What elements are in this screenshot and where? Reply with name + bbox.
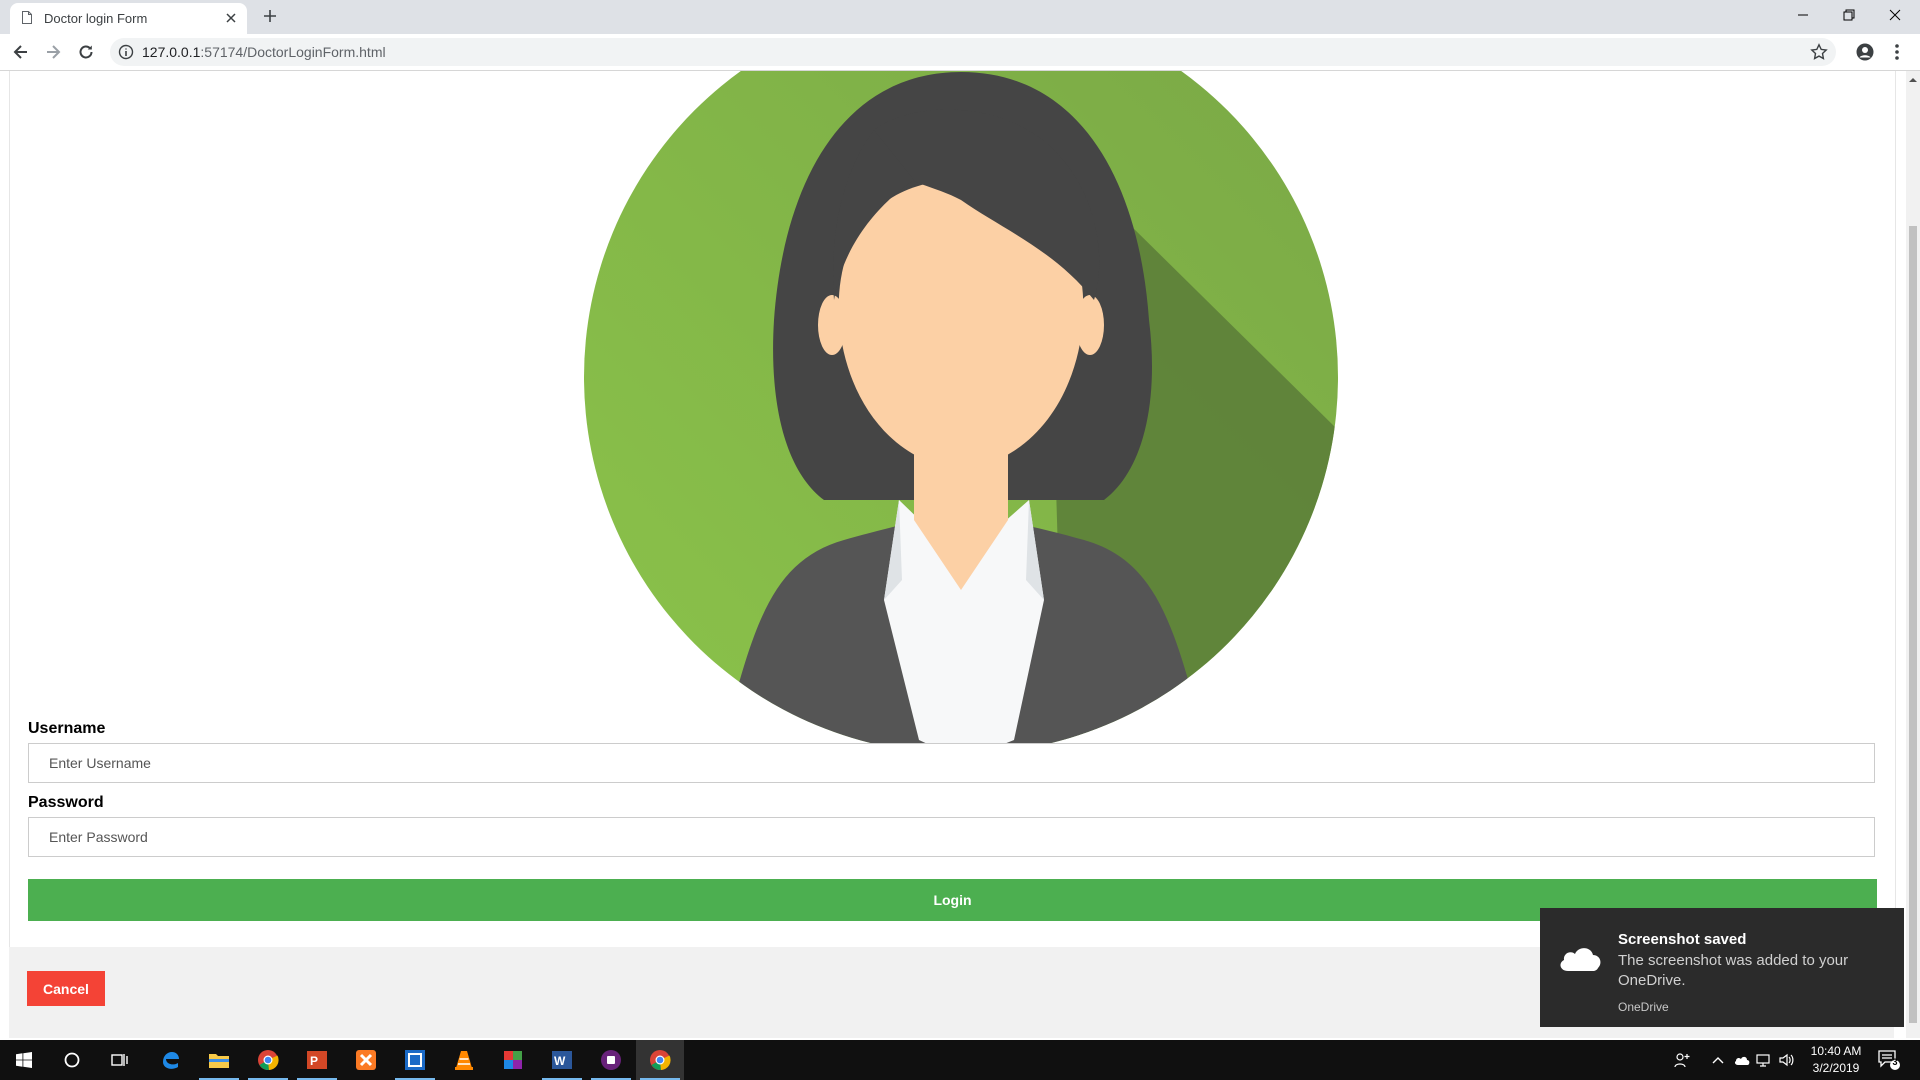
screenshot-saved-notification[interactable]: Screenshot saved The screenshot was adde… <box>1540 908 1904 1027</box>
people-icon[interactable] <box>1674 1052 1690 1068</box>
username-input[interactable] <box>28 743 1875 783</box>
scrollbar[interactable] <box>1906 71 1920 1038</box>
url-text: 127.0.0.1:57174/DoctorLoginForm.html <box>142 44 386 60</box>
windows-logo-icon <box>16 1052 32 1068</box>
toast-body: The screenshot was added to your OneDriv… <box>1618 952 1849 989</box>
clock-time: 10:40 AM <box>1810 1044 1862 1058</box>
minimize-icon <box>1798 14 1808 16</box>
show-hidden-icons-chevron-icon[interactable] <box>1710 1052 1726 1068</box>
vlc-icon <box>455 1051 473 1070</box>
netbeans-icon <box>405 1050 425 1070</box>
login-container: Username Password Login <box>9 71 1896 947</box>
cortana-icon <box>64 1052 80 1068</box>
profile-icon[interactable] <box>1856 43 1874 61</box>
restore-button[interactable] <box>1826 0 1872 30</box>
chrome-icon <box>650 1050 671 1071</box>
forward-icon[interactable] <box>44 43 62 61</box>
task-view-icon <box>111 1054 128 1066</box>
taskbar-vlc[interactable] <box>440 1040 488 1080</box>
taskbar-netbeans[interactable] <box>391 1040 439 1080</box>
word-icon: W <box>552 1051 572 1069</box>
avatar-illustration <box>584 71 1338 754</box>
clock-date: 3/2/2019 <box>1812 1061 1860 1075</box>
browser-tab-bar: Doctor login Form <box>0 0 1920 34</box>
onedrive-tray-icon[interactable] <box>1734 1052 1750 1068</box>
reload-icon[interactable] <box>77 43 95 61</box>
cortana-button[interactable] <box>48 1040 96 1080</box>
close-icon <box>1889 9 1901 21</box>
notification-count-badge: 3 <box>1892 1057 1898 1067</box>
taskbar-file-explorer[interactable] <box>195 1040 243 1080</box>
taskbar-edge[interactable] <box>146 1040 194 1080</box>
username-label: Username <box>28 720 106 737</box>
browser-toolbar: 127.0.0.1:57174/DoctorLoginForm.html <box>0 34 1920 71</box>
tab-title: Doctor login Form <box>44 11 148 26</box>
action-center-button[interactable]: 3 <box>1878 1050 1900 1070</box>
powerpoint-icon: P <box>307 1051 327 1069</box>
scrollbar-thumb[interactable] <box>1909 226 1917 1023</box>
winrar-icon <box>504 1051 522 1069</box>
taskbar-chrome-active[interactable] <box>636 1040 684 1080</box>
scroll-up-icon[interactable] <box>1906 75 1920 85</box>
xampp-icon <box>356 1050 376 1070</box>
taskbar-clock[interactable]: 10:40 AM 3/2/2019 <box>1806 1043 1866 1077</box>
back-icon[interactable] <box>12 43 30 61</box>
task-view-button[interactable] <box>96 1040 144 1080</box>
taskbar-word[interactable]: W <box>538 1040 586 1080</box>
start-button[interactable] <box>0 1040 48 1080</box>
password-label: Password <box>28 794 104 811</box>
document-icon <box>22 11 32 24</box>
address-bar[interactable]: 127.0.0.1:57174/DoctorLoginForm.html <box>110 38 1836 66</box>
onedrive-cloud-icon <box>1560 948 1601 971</box>
svg-text:P: P <box>310 1054 318 1068</box>
network-icon[interactable] <box>1756 1052 1772 1068</box>
taskbar-visual-studio[interactable] <box>587 1040 635 1080</box>
password-input[interactable] <box>28 817 1875 857</box>
browser-tab[interactable]: Doctor login Form <box>10 3 247 34</box>
windows-taskbar: P W 10:40 AM 3/2/2019 3 <box>0 1040 1920 1080</box>
taskbar-powerpoint[interactable]: P <box>293 1040 341 1080</box>
taskbar-chrome[interactable] <box>244 1040 292 1080</box>
taskbar-xampp[interactable] <box>342 1040 390 1080</box>
cancel-button[interactable]: Cancel <box>27 971 105 1006</box>
url-host: 127.0.0.1 <box>142 44 201 60</box>
svg-text:W: W <box>554 1054 566 1068</box>
file-explorer-icon <box>209 1054 229 1068</box>
new-tab-icon[interactable] <box>262 8 278 24</box>
bookmark-star-icon[interactable] <box>1810 43 1828 61</box>
doctor-avatar-image <box>584 71 1338 754</box>
taskbar-winrar[interactable] <box>489 1040 537 1080</box>
toast-title: Screenshot saved <box>1618 931 1747 948</box>
volume-icon[interactable] <box>1778 1052 1794 1068</box>
restore-icon <box>1843 9 1855 21</box>
close-window-button[interactable] <box>1872 0 1918 30</box>
minimize-button[interactable] <box>1780 0 1826 30</box>
toast-app-name: OneDrive <box>1618 1000 1669 1014</box>
page-content: Username Password Login Cancel <box>0 71 1906 1038</box>
info-icon[interactable] <box>118 44 134 60</box>
edge-icon <box>163 1052 179 1069</box>
menu-icon[interactable] <box>1893 43 1901 61</box>
url-path: :57174/DoctorLoginForm.html <box>200 44 386 60</box>
visual-studio-icon <box>601 1050 621 1070</box>
chrome-icon <box>258 1050 279 1071</box>
close-tab-icon[interactable] <box>223 10 239 26</box>
